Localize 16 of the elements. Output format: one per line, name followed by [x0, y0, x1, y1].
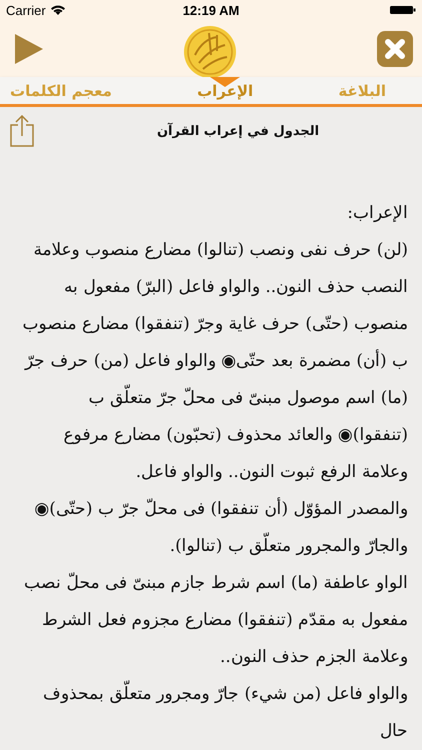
- play-icon[interactable]: [15, 34, 43, 64]
- paragraph: الإعراب:: [346, 202, 408, 225]
- battery-icon: [390, 5, 416, 15]
- paragraph: والواو فاعل (من شيء) جارّ ومجرور متعلّق بمحذوف حال: [18, 676, 408, 750]
- tab[interactable]: معجم الكلمات: [8, 78, 114, 104]
- carrier-label: Carrier: [6, 2, 46, 18]
- paragraph: الواو عاطفة (ما) اسم شرط جازم مبنىّ فى محلّ نصب مفعول به مقدّم (تنفقوا) مضارع مجزوم فعل الشرط وعلامة الجزم حذف النون..: [23, 571, 408, 669]
- paragraph: والمصدر المؤوّل (أن تنفقوا) فى محلّ جرّ ب (حتّى)◉ والجارّ والمجرور متعلّق ب (تنالوا).: [33, 496, 408, 558]
- close-icon[interactable]: [377, 30, 413, 66]
- share-icon[interactable]: [10, 115, 34, 147]
- document-title: الجدول في إعراب القرآن: [156, 124, 320, 138]
- tab[interactable]: البلاغة: [336, 78, 388, 104]
- wifi-icon: [50, 4, 66, 16]
- paragraph: (لن) حرف نفى ونصب (تنالوا) مضارع منصوب وعلامة النصب حذف النون.. والواو فاعل (البرّ) مفعول به منصوب (حتّى) حرف غاية وجرّ (تنفقوا) مضارع منصوب ب (أن) مضمرة بعد حتّى◉ والواو فاعل (من) حرف جرّ (ما) اسم موصول مبنىّ فى محلّ جرّ متعلّق ب (تنفقوا)◉ والعائد محذوف (تحبّون) مضارع مرفوع وعلامة الرفع ثبوت النون.. والواو فاعل.: [22, 239, 408, 484]
- clock-time: 12:19 AM: [182, 2, 240, 18]
- emblem-icon: [183, 24, 237, 78]
